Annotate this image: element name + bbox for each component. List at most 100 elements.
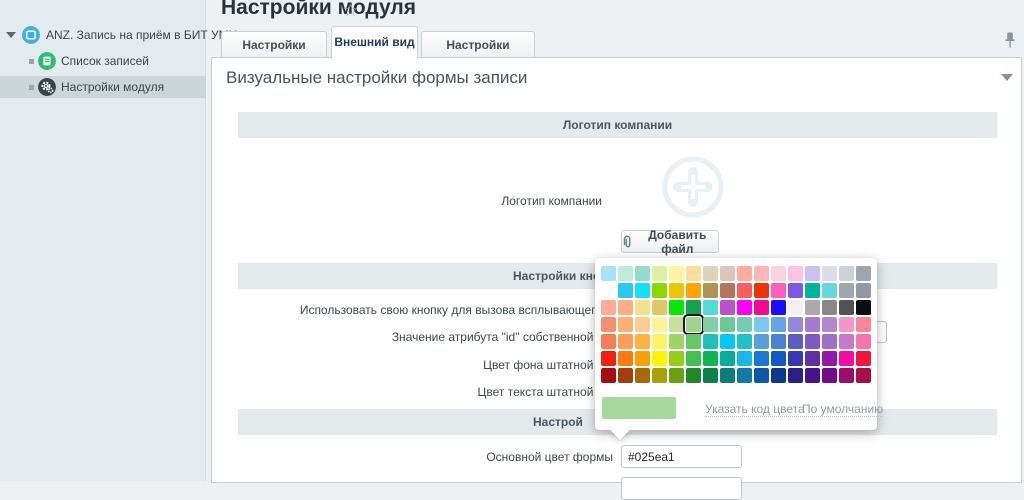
color-swatch[interactable]	[703, 283, 718, 298]
tab-module-settings[interactable]: Настройки модуля	[221, 31, 327, 58]
enter-color-code-link[interactable]: Указать код цвета	[705, 402, 805, 417]
color-swatch[interactable]	[635, 266, 650, 281]
color-swatch[interactable]	[856, 266, 871, 281]
color-swatch[interactable]	[669, 368, 684, 383]
color-swatch[interactable]	[652, 266, 667, 281]
tab-appearance[interactable]: Внешний вид	[331, 26, 418, 59]
color-swatch[interactable]	[788, 351, 803, 366]
color-swatch[interactable]	[788, 283, 803, 298]
color-swatch[interactable]	[686, 351, 701, 366]
color-swatch[interactable]	[601, 368, 616, 383]
favorite-star-icon[interactable]: ☆	[343, 1, 358, 21]
color-swatch[interactable]	[703, 368, 718, 383]
color-swatch[interactable]	[822, 283, 837, 298]
color-swatch[interactable]	[822, 334, 837, 349]
color-swatch[interactable]	[669, 266, 684, 281]
color-swatch[interactable]	[669, 283, 684, 298]
sidebar-item-label[interactable]: Список записей	[61, 54, 149, 68]
color-swatch[interactable]	[771, 300, 786, 315]
color-swatch[interactable]	[720, 283, 735, 298]
color-swatch[interactable]	[771, 334, 786, 349]
color-swatch[interactable]	[805, 317, 820, 332]
color-swatch[interactable]	[601, 351, 616, 366]
color-swatch[interactable]	[618, 368, 633, 383]
color-swatch[interactable]	[754, 368, 769, 383]
color-swatch[interactable]	[601, 300, 616, 315]
color-swatch[interactable]	[754, 283, 769, 298]
color-swatch[interactable]	[669, 300, 684, 315]
color-swatch[interactable]	[720, 334, 735, 349]
color-swatch[interactable]	[771, 283, 786, 298]
sidebar-item-label[interactable]: ANZ. Запись на приём в БИТ УМЦ	[46, 28, 238, 42]
color-swatch[interactable]	[618, 334, 633, 349]
color-swatch[interactable]	[788, 334, 803, 349]
color-swatch[interactable]	[754, 334, 769, 349]
add-file-button[interactable]: Добавить файл	[621, 230, 719, 253]
color-swatch[interactable]	[703, 317, 718, 332]
color-swatch[interactable]	[652, 368, 667, 383]
color-swatch[interactable]	[805, 368, 820, 383]
color-swatch[interactable]	[686, 317, 701, 332]
color-swatch[interactable]	[635, 300, 650, 315]
color-swatch[interactable]	[635, 283, 650, 298]
color-swatch[interactable]	[856, 283, 871, 298]
color-swatch[interactable]	[805, 300, 820, 315]
color-swatch[interactable]	[788, 368, 803, 383]
section-collapse-icon[interactable]	[1001, 74, 1013, 81]
color-swatch[interactable]	[839, 351, 854, 366]
color-swatch[interactable]	[669, 334, 684, 349]
color-swatch[interactable]	[737, 351, 752, 366]
color-swatch[interactable]	[805, 334, 820, 349]
color-swatch[interactable]	[788, 300, 803, 315]
color-swatch[interactable]	[771, 266, 786, 281]
color-swatch[interactable]	[601, 334, 616, 349]
color-swatch[interactable]	[652, 351, 667, 366]
color-swatch[interactable]	[839, 300, 854, 315]
color-swatch[interactable]	[737, 300, 752, 315]
color-swatch[interactable]	[652, 300, 667, 315]
color-swatch[interactable]	[720, 266, 735, 281]
color-swatch[interactable]	[652, 317, 667, 332]
color-swatch[interactable]	[754, 300, 769, 315]
color-swatch[interactable]	[720, 300, 735, 315]
color-swatch[interactable]	[652, 283, 667, 298]
default-color-link[interactable]: По умолчанию	[802, 402, 883, 417]
sidebar-item-module-settings[interactable]: Настройки модуля	[0, 76, 206, 98]
tab-access-settings[interactable]: Настройки доступа	[421, 31, 535, 58]
color-swatch[interactable]	[669, 351, 684, 366]
color-swatch[interactable]	[839, 266, 854, 281]
color-swatch[interactable]	[771, 351, 786, 366]
color-swatch[interactable]	[822, 317, 837, 332]
color-swatch[interactable]	[737, 334, 752, 349]
color-swatch[interactable]	[618, 317, 633, 332]
color-swatch[interactable]	[703, 300, 718, 315]
color-swatch[interactable]	[754, 351, 769, 366]
color-swatch[interactable]	[754, 317, 769, 332]
color-swatch[interactable]	[618, 300, 633, 315]
color-swatch[interactable]	[618, 266, 633, 281]
pin-icon[interactable]	[1002, 31, 1018, 50]
color-swatch[interactable]	[737, 317, 752, 332]
color-swatch[interactable]	[669, 317, 684, 332]
color-swatch[interactable]	[635, 317, 650, 332]
color-swatch[interactable]	[788, 266, 803, 281]
color-swatch[interactable]	[771, 368, 786, 383]
color-swatch[interactable]	[788, 317, 803, 332]
color-swatch[interactable]	[856, 300, 871, 315]
color-swatch[interactable]	[601, 266, 616, 281]
color-swatch[interactable]	[652, 334, 667, 349]
color-swatch[interactable]	[703, 266, 718, 281]
color-swatch[interactable]	[618, 351, 633, 366]
color-swatch[interactable]	[601, 317, 616, 332]
color-swatch[interactable]	[686, 334, 701, 349]
color-swatch[interactable]	[805, 283, 820, 298]
color-swatch[interactable]	[805, 266, 820, 281]
color-swatch[interactable]	[856, 351, 871, 366]
sidebar-item-anz-module[interactable]: ANZ. Запись на приём в БИТ УМЦ	[0, 24, 206, 46]
color-swatch[interactable]	[822, 351, 837, 366]
color-swatch[interactable]	[856, 317, 871, 332]
color-swatch[interactable]	[771, 317, 786, 332]
color-swatch[interactable]	[856, 368, 871, 383]
color-swatch[interactable]	[839, 283, 854, 298]
add-logo-placeholder-icon[interactable]	[661, 155, 725, 219]
